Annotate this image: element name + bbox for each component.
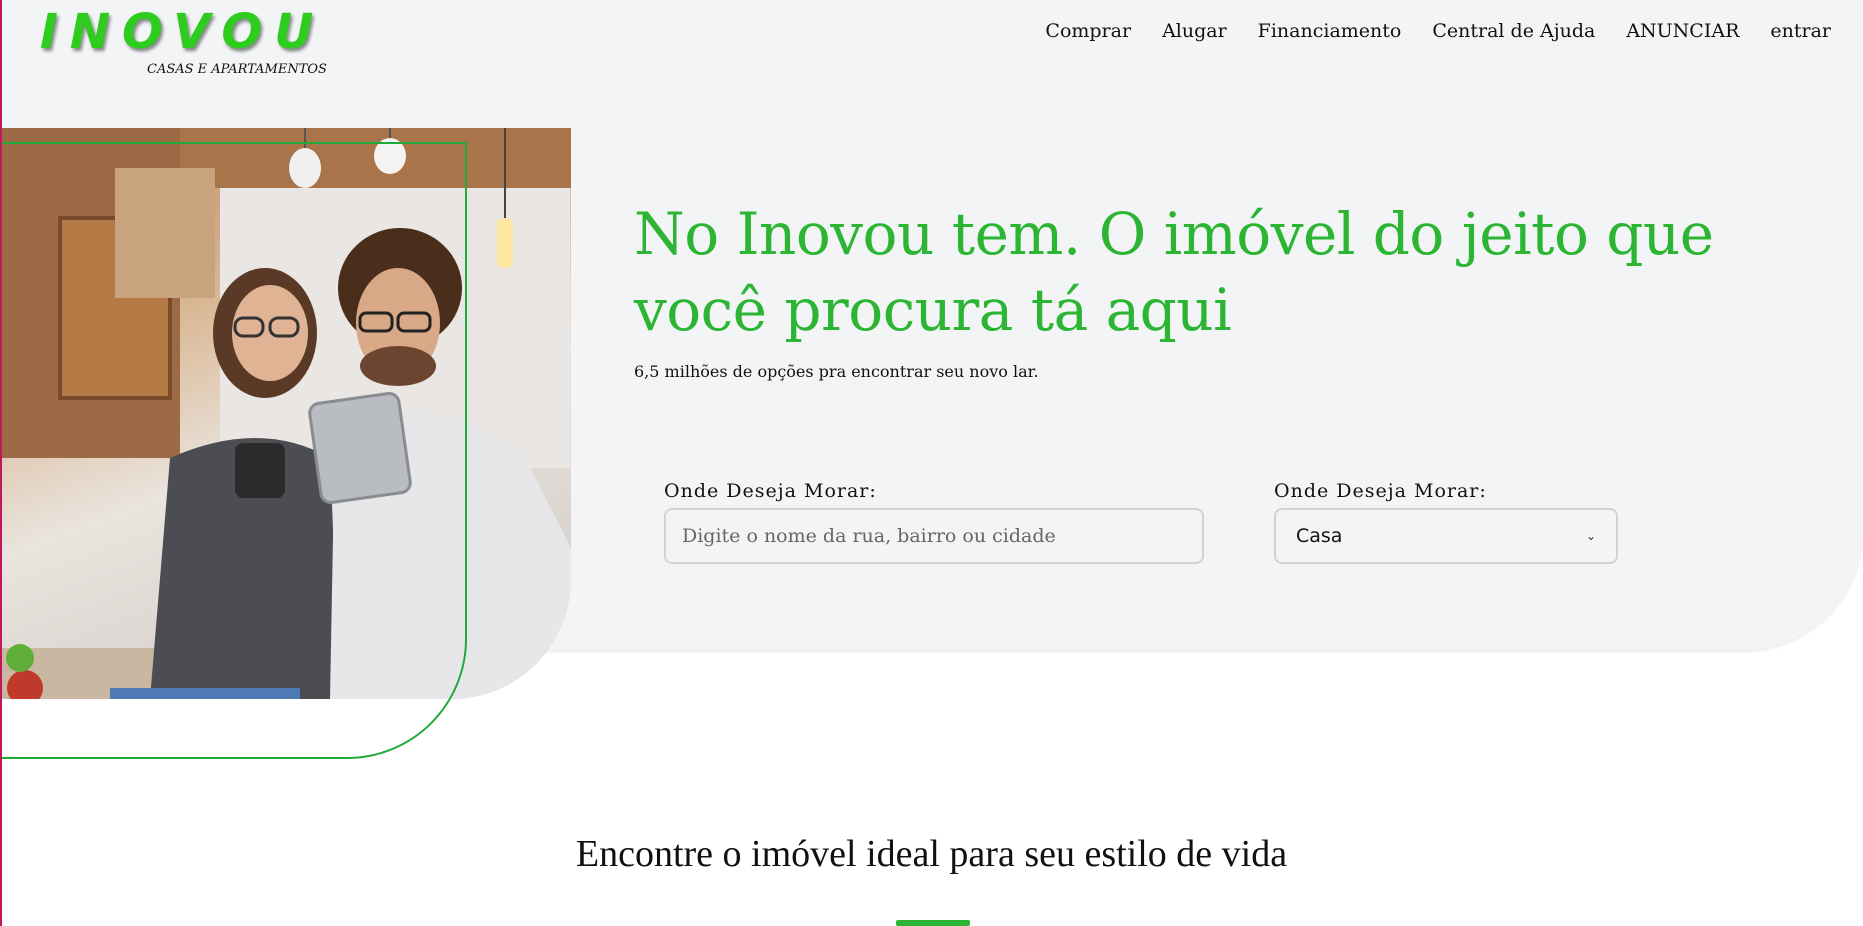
nav-comprar[interactable]: Comprar	[1045, 20, 1131, 42]
hero-subtitle: 6,5 milhões de opções pra encontrar seu …	[634, 362, 1039, 381]
nav-anunciar[interactable]: ANUNCIAR	[1626, 20, 1739, 42]
section-title: Encontre o imóvel ideal para seu estilo …	[575, 833, 1288, 875]
hero-photo	[0, 128, 571, 699]
nav-entrar[interactable]: entrar	[1770, 20, 1831, 42]
main-nav: Comprar Alugar Financiamento Central de …	[1045, 20, 1831, 42]
logo-tagline: CASAS E APARTAMENTOS	[147, 62, 327, 77]
nav-central-de-ajuda[interactable]: Central de Ajuda	[1432, 20, 1595, 42]
section-title-underline	[896, 920, 970, 926]
logo-title: INOVOU	[40, 4, 326, 60]
left-edge-line	[0, 0, 2, 926]
property-type-label: Onde Deseja Morar:	[1274, 480, 1487, 502]
hero-headline: No Inovou tem. O imóvel do jeito que voc…	[634, 200, 1714, 344]
property-type-selected: Casa	[1296, 525, 1343, 547]
chevron-down-icon: ⌄	[1585, 529, 1596, 543]
nav-financiamento[interactable]: Financiamento	[1258, 20, 1402, 42]
nav-alugar[interactable]: Alugar	[1162, 20, 1227, 42]
location-label: Onde Deseja Morar:	[664, 480, 877, 502]
property-type-select[interactable]: Casa ⌄	[1274, 508, 1618, 564]
logo[interactable]: INOVOU CASAS E APARTAMENTOS	[40, 4, 340, 84]
location-search-input[interactable]	[664, 508, 1204, 564]
couple-with-tablet-photo	[0, 128, 571, 699]
